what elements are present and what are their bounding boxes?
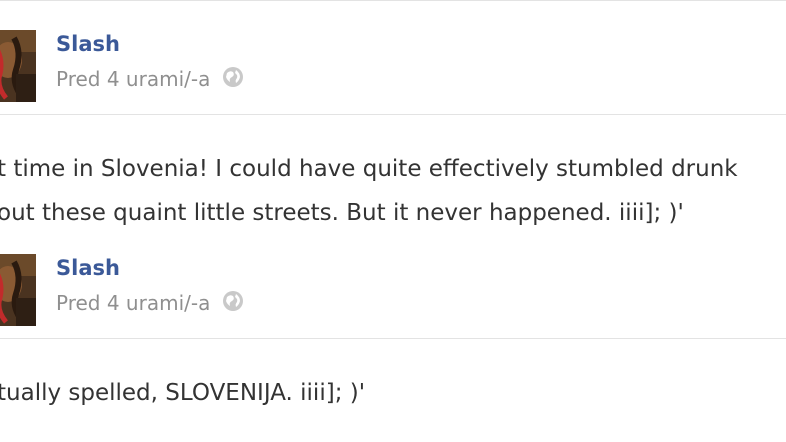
globe-icon[interactable] bbox=[222, 290, 244, 316]
post-text-line: t time in Slovenia! I could have quite e… bbox=[0, 156, 738, 182]
post-text-line: out these quaint little streets. But it … bbox=[0, 200, 684, 226]
timestamp-link[interactable]: Pred 4 urami/-a bbox=[56, 291, 210, 315]
top-divider bbox=[0, 0, 786, 1]
post-divider bbox=[0, 114, 786, 115]
avatar[interactable] bbox=[0, 30, 36, 102]
timestamp-link[interactable]: Pred 4 urami/-a bbox=[56, 67, 210, 91]
avatar-image bbox=[0, 30, 36, 102]
globe-icon[interactable] bbox=[222, 66, 244, 92]
post-text-line: tually spelled, SLOVENIJA. iiii]; )' bbox=[0, 380, 366, 406]
post-header: Slash Pred 4 urami/-a bbox=[0, 24, 786, 104]
post-meta: Pred 4 urami/-a bbox=[56, 66, 244, 92]
post-divider bbox=[0, 338, 786, 339]
author-name-link[interactable]: Slash bbox=[56, 32, 120, 56]
author-name-link[interactable]: Slash bbox=[56, 256, 120, 280]
post-meta: Pred 4 urami/-a bbox=[56, 290, 244, 316]
avatar-image bbox=[0, 254, 36, 326]
post-header: Slash Pred 4 urami/-a bbox=[0, 248, 786, 328]
avatar[interactable] bbox=[0, 254, 36, 326]
